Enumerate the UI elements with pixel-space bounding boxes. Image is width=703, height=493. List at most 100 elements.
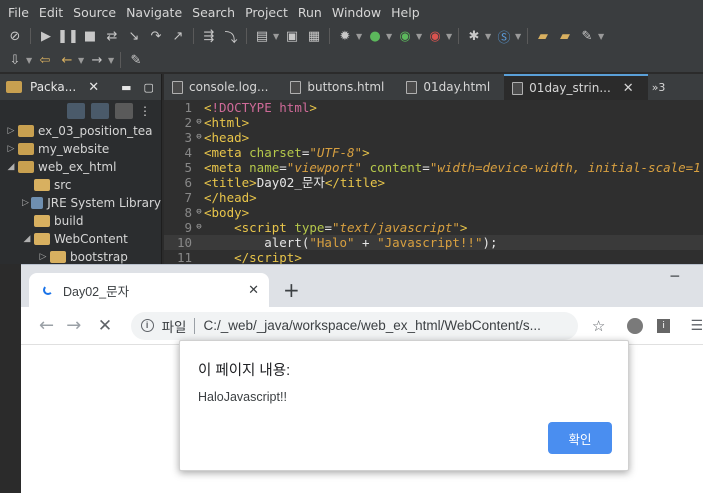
expanded-arrow-icon[interactable]: ◢ bbox=[4, 162, 18, 172]
skip-breakpoints-icon[interactable]: ⊘ bbox=[4, 25, 26, 47]
save-all-icon[interactable]: ▦ bbox=[303, 25, 325, 47]
code-line[interactable]: 5 <meta name="viewport" content="width=de… bbox=[164, 160, 703, 175]
forward-arrow-icon[interactable]: → bbox=[60, 315, 87, 336]
code-area[interactable]: 1 <!DOCTYPE html> 2 ⊖ <html> 3 ⊖ <head> 4 <meta c… bbox=[164, 100, 703, 264]
maximize-icon[interactable]: ▢ bbox=[144, 81, 154, 94]
code-line[interactable]: 8 ⊖ <body> bbox=[164, 205, 703, 220]
code-line[interactable]: 6 <title>Day02_문자</title> bbox=[164, 175, 703, 190]
forward-icon[interactable]: → bbox=[86, 49, 108, 71]
code-line[interactable]: 2 ⊖ <html> bbox=[164, 115, 703, 130]
url-text[interactable]: C:/_web/_java/workspace/web_ex_html/WebC… bbox=[203, 318, 577, 333]
step-return-icon[interactable]: ↗ bbox=[167, 25, 189, 47]
editor-tab[interactable]: buttons.html bbox=[282, 74, 398, 100]
pin-editor-icon[interactable]: ✎ bbox=[125, 49, 147, 71]
annotation-dropdown-icon[interactable]: ▼ bbox=[26, 56, 34, 65]
run-server-icon[interactable]: ◉ bbox=[394, 25, 416, 47]
code-line[interactable]: 10 alert("Halo" + "Javascript!!"); bbox=[164, 235, 703, 250]
menu-edit[interactable]: Edit bbox=[35, 5, 67, 20]
view-menu-icon[interactable]: ⋮ bbox=[139, 104, 151, 118]
new-file-icon[interactable]: ▤ bbox=[251, 25, 273, 47]
external-tools-icon[interactable]: ◉ bbox=[424, 25, 446, 47]
toggle-mark-icon[interactable]: ✎ bbox=[576, 25, 598, 47]
browser-tab[interactable]: Day02_문자 ✕ bbox=[29, 273, 269, 307]
collapsed-arrow-icon[interactable]: ▷ bbox=[4, 144, 18, 154]
new-dropdown-icon[interactable]: ▼ bbox=[273, 32, 281, 41]
save-icon[interactable]: ▣ bbox=[281, 25, 303, 47]
info-icon[interactable]: i bbox=[140, 319, 154, 332]
debug-dropdown-icon[interactable]: ▼ bbox=[356, 32, 364, 41]
use-step-filters-icon[interactable]: ⇶ bbox=[198, 25, 220, 47]
window-minimize-icon[interactable]: ─ bbox=[671, 269, 679, 285]
new-java-project-icon[interactable]: ✱ bbox=[463, 25, 485, 47]
run-server-dropdown-icon[interactable]: ▼ bbox=[416, 32, 424, 41]
back-dropdown-icon[interactable]: ▼ bbox=[78, 56, 86, 65]
collapsed-arrow-icon[interactable]: ▷ bbox=[4, 126, 18, 136]
tree-item[interactable]: build bbox=[0, 212, 161, 230]
menu-file[interactable]: File bbox=[4, 5, 33, 20]
close-icon[interactable]: ✕ bbox=[88, 80, 99, 95]
fold-toggle-icon[interactable]: ⊖ bbox=[194, 115, 204, 130]
resume-icon[interactable]: ▶ bbox=[35, 25, 57, 47]
editor-tab[interactable]: 01day_strin... ✕ bbox=[504, 74, 648, 100]
tree-item[interactable]: ▷ JRE System Library bbox=[0, 194, 161, 212]
package-explorer-tab[interactable]: Packa... ✕ ▬ ▢ bbox=[0, 74, 161, 100]
next-annotation-icon[interactable]: ⇩ bbox=[4, 49, 26, 71]
menu-search[interactable]: Search bbox=[188, 5, 239, 20]
step-over-icon[interactable]: ↷ bbox=[145, 25, 167, 47]
tree-item[interactable]: ◢ WebContent bbox=[0, 230, 161, 248]
external-tools-dropdown-icon[interactable]: ▼ bbox=[446, 32, 454, 41]
tree-item[interactable]: ▷ my_website bbox=[0, 140, 161, 158]
tree-item[interactable]: ◢ web_ex_html bbox=[0, 158, 161, 176]
collapsed-arrow-icon[interactable]: ▷ bbox=[36, 252, 50, 262]
menu-window[interactable]: Window bbox=[328, 5, 385, 20]
menu-project[interactable]: Project bbox=[241, 5, 292, 20]
bookmark-star-icon[interactable]: ☆ bbox=[592, 317, 605, 335]
focus-icon[interactable] bbox=[115, 103, 133, 119]
link-with-editor-icon[interactable] bbox=[91, 103, 109, 119]
tree-item[interactable]: ▷ ex_03_position_tea bbox=[0, 122, 161, 140]
extension-gear-icon[interactable] bbox=[627, 317, 643, 334]
new-java-dropdown-icon[interactable]: ▼ bbox=[485, 32, 493, 41]
menu-navigate[interactable]: Navigate bbox=[122, 5, 186, 20]
debug-icon[interactable]: ✹ bbox=[334, 25, 356, 47]
new-tab-icon[interactable]: + bbox=[283, 278, 300, 302]
code-line[interactable]: 3 ⊖ <head> bbox=[164, 130, 703, 145]
back-arrow-icon[interactable]: ← bbox=[33, 315, 60, 336]
new-class-icon[interactable]: Ⓢ bbox=[493, 25, 515, 47]
run-dropdown-icon[interactable]: ▼ bbox=[386, 32, 394, 41]
close-icon[interactable]: ✕ bbox=[623, 81, 634, 96]
code-line[interactable]: 4 <meta charset="UTF-8"> bbox=[164, 145, 703, 160]
code-line[interactable]: 9 ⊖ <script type="text/javascript"> bbox=[164, 220, 703, 235]
close-tab-icon[interactable]: ✕ bbox=[248, 283, 259, 298]
collapsed-arrow-icon[interactable]: ▷ bbox=[20, 198, 31, 208]
suspend-icon[interactable]: ❚❚ bbox=[57, 25, 79, 47]
last-edit-icon[interactable]: ⇦ bbox=[34, 49, 56, 71]
fold-toggle-icon[interactable]: ⊖ bbox=[194, 220, 204, 235]
menu-run[interactable]: Run bbox=[294, 5, 326, 20]
terminate-icon[interactable]: ■ bbox=[79, 25, 101, 47]
code-line[interactable]: 7 </head> bbox=[164, 190, 703, 205]
collapse-all-icon[interactable] bbox=[67, 103, 85, 119]
more-tabs-indicator[interactable]: »3 bbox=[648, 81, 666, 94]
run-icon[interactable]: ● bbox=[364, 25, 386, 47]
step-into-icon[interactable]: ↘ bbox=[123, 25, 145, 47]
fold-toggle-icon[interactable]: ⊖ bbox=[194, 130, 204, 145]
code-line[interactable]: 1 <!DOCTYPE html> bbox=[164, 100, 703, 115]
back-icon[interactable]: ← bbox=[56, 49, 78, 71]
code-line[interactable]: 11 </script> bbox=[164, 250, 703, 264]
editor-tab[interactable]: console.log... bbox=[164, 74, 282, 100]
minimize-icon[interactable]: ▬ bbox=[121, 81, 131, 94]
expanded-arrow-icon[interactable]: ◢ bbox=[20, 234, 34, 244]
menu-source[interactable]: Source bbox=[69, 5, 120, 20]
ok-button[interactable]: 확인 bbox=[548, 422, 612, 454]
disconnect-icon[interactable]: ⇄ bbox=[101, 25, 123, 47]
forward-dropdown-icon[interactable]: ▼ bbox=[108, 56, 116, 65]
editor-tab[interactable]: 01day.html bbox=[398, 74, 504, 100]
mark-dropdown-icon[interactable]: ▼ bbox=[598, 32, 606, 41]
drop-to-frame-icon[interactable]: ⤵ bbox=[220, 25, 242, 47]
fold-toggle-icon[interactable]: ⊖ bbox=[194, 205, 204, 220]
menu-help[interactable]: Help bbox=[387, 5, 424, 20]
open-type-icon[interactable]: ▰ bbox=[532, 25, 554, 47]
tree-item[interactable]: src bbox=[0, 176, 161, 194]
stop-loading-icon[interactable]: ✕ bbox=[91, 316, 118, 336]
